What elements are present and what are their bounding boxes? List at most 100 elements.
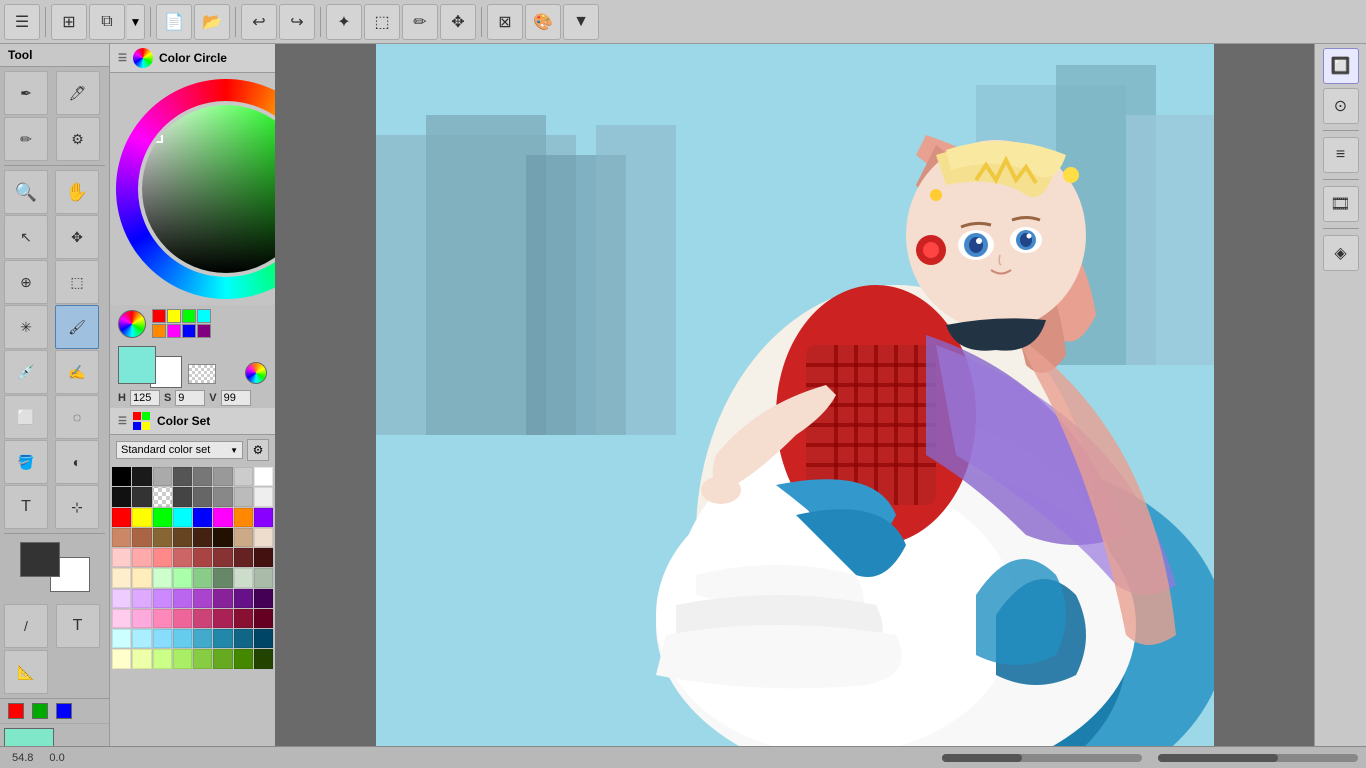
color-wheel-wrapper[interactable] [116,79,269,299]
color-swatch[interactable] [254,548,273,567]
color-swatch[interactable] [213,528,232,547]
swatch-orange[interactable] [152,324,166,338]
color-swatch[interactable] [112,508,131,527]
transparent-indicator[interactable] [188,364,216,384]
color-swatch[interactable] [193,649,212,668]
color-swatch[interactable] [213,508,232,527]
more-btn[interactable]: ▼ [563,4,599,40]
current-fg-color[interactable] [118,346,156,384]
color-swatch[interactable] [112,609,131,628]
color-swatch[interactable] [153,609,172,628]
color-swatch[interactable] [213,487,232,506]
timeline-panel-btn[interactable]: 🎞 [1323,186,1359,222]
h-input[interactable] [130,390,160,406]
canvas-area[interactable] [275,44,1314,746]
color-swatch[interactable] [193,629,212,648]
text2-tool-btn[interactable]: T [56,604,100,648]
lasso-tool-btn[interactable]: ⊕ [4,260,48,304]
color-swatch[interactable] [132,568,151,587]
transform-btn[interactable]: ✦ [326,4,362,40]
color-swatch[interactable] [132,467,151,486]
color-swatch[interactable] [234,609,253,628]
color-swatch[interactable] [132,508,151,527]
color-swatch[interactable] [173,649,192,668]
color-swatch[interactable] [234,568,253,587]
color-swatch[interactable] [173,609,192,628]
active-brush-btn[interactable]: 🖌 [55,305,99,349]
color-swatch[interactable] [173,629,192,648]
color-swatch[interactable] [173,508,192,527]
transform-tool-btn[interactable]: ✥ [55,215,99,259]
mini-wheel-btn[interactable] [118,310,146,338]
pen-settings-btn[interactable]: ✏ [402,4,438,40]
color-swatch[interactable] [234,589,253,608]
color-swatch[interactable] [153,467,172,486]
blend-tool-btn[interactable]: ◌ [55,395,99,439]
color-swatch[interactable] [153,548,172,567]
color-swatch[interactable] [112,548,131,567]
color-swatch[interactable] [112,649,131,668]
color-swatch[interactable] [254,508,273,527]
undo-btn[interactable]: ↩ [241,4,277,40]
color-swatch[interactable] [132,649,151,668]
color-swatch[interactable] [193,487,212,506]
color-swatch[interactable] [112,528,131,547]
zoom-tool-btn[interactable]: 🔍 [4,170,48,214]
marquee-tool-btn[interactable]: ⬚ [55,260,99,304]
fill-tool-btn[interactable]: 🪣 [4,440,48,484]
grid-view-btn[interactable]: ⊞ [51,4,87,40]
color-swatch[interactable] [173,548,192,567]
mint-color-preview[interactable] [4,728,54,746]
color-fill-btn[interactable]: 🎨 [525,4,561,40]
gradient-tool-btn[interactable]: ◐ [55,440,99,484]
color-swatch[interactable] [234,649,253,668]
green-color-swatch[interactable] [32,703,48,719]
swatch-purple[interactable] [197,324,211,338]
color-swatch[interactable] [132,609,151,628]
color-swatch[interactable] [234,528,253,547]
properties-panel-btn[interactable]: 🔲 [1323,48,1359,84]
color-swatch[interactable] [234,629,253,648]
line-tool-btn[interactable]: / [4,604,48,648]
swatch-yellow[interactable] [167,309,181,323]
view-dropdown-btn[interactable]: ▼ [127,4,145,40]
color-swatch[interactable] [112,589,131,608]
v-input[interactable] [221,390,251,406]
star-tool-btn[interactable]: ✳ [4,305,48,349]
color-swatch[interactable] [213,568,232,587]
redo-btn[interactable]: ↪ [279,4,315,40]
color-swatch[interactable] [173,467,192,486]
eraser-tool-btn[interactable]: ⬜ [4,395,48,439]
color-swatch[interactable] [173,568,192,587]
color-swatch[interactable] [254,568,273,587]
color-swatch[interactable] [234,548,253,567]
swatch-blue[interactable] [182,324,196,338]
color-swatch[interactable] [213,629,232,648]
color-swatch[interactable] [153,629,172,648]
selection-btn[interactable]: ⬚ [364,4,400,40]
rotate-icon[interactable] [245,362,267,384]
color-swatch[interactable] [193,508,212,527]
color-swatch[interactable] [254,649,273,668]
color-swatch[interactable] [193,609,212,628]
color-swatch[interactable] [153,649,172,668]
set-settings-btn[interactable]: ⚙ [247,439,269,461]
color-swatch[interactable] [153,508,172,527]
layers-view-btn[interactable]: ⧉ [89,4,125,40]
color-wheel-area[interactable] [110,73,275,305]
color-swatch[interactable] [234,508,253,527]
navigator-panel-btn[interactable]: ◈ [1323,235,1359,271]
color-swatch[interactable] [254,487,273,506]
cursor-tool-btn[interactable]: ↖ [4,215,48,259]
color-swatch[interactable] [153,589,172,608]
red-color-swatch[interactable] [8,703,24,719]
color-swatch[interactable] [112,629,131,648]
color-swatch[interactable] [254,467,273,486]
color-swatch[interactable] [193,467,212,486]
open-file-btn[interactable]: 📂 [194,4,230,40]
color-swatch[interactable] [112,487,131,506]
color-swatch[interactable] [254,629,273,648]
color-swatch[interactable] [132,548,151,567]
color-swatch[interactable] [112,568,131,587]
ruler-tool-btn[interactable]: 📐 [4,650,48,694]
